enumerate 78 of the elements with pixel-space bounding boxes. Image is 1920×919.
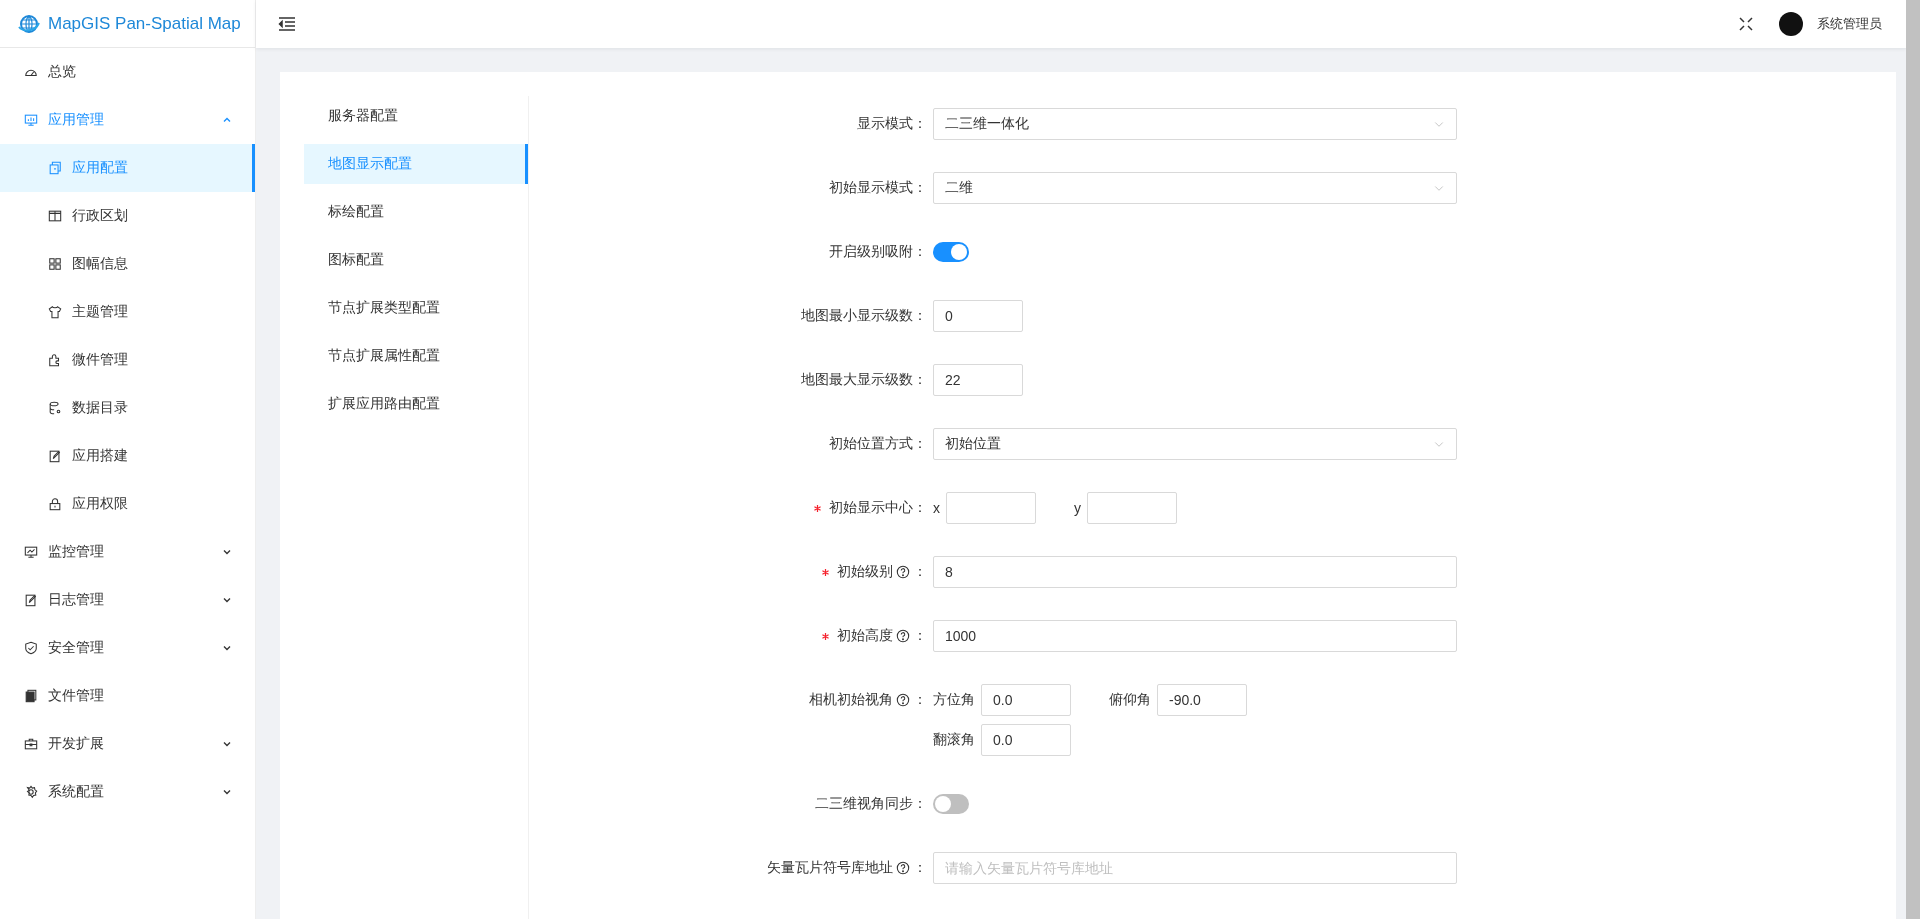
columns-icon bbox=[48, 209, 62, 223]
avatar[interactable] bbox=[1779, 12, 1803, 36]
field-label: 开启级别吸附： bbox=[829, 243, 927, 261]
field-label: 二三维视角同步： bbox=[815, 795, 927, 813]
field-label: 初始显示中心： bbox=[829, 499, 927, 517]
input-field[interactable]: 22 bbox=[933, 364, 1023, 396]
angle-label: 翻滚角 bbox=[933, 731, 975, 749]
monitor-chart-icon bbox=[24, 545, 38, 559]
sidebar-item[interactable]: 监控管理 bbox=[0, 528, 255, 576]
label-colon: ： bbox=[913, 627, 927, 645]
sidebar-item[interactable]: 安全管理 bbox=[0, 624, 255, 672]
sidebar-subitem[interactable]: 数据目录 bbox=[0, 384, 255, 432]
app-title: MapGIS Pan-Spatial Map bbox=[48, 13, 241, 34]
database-icon bbox=[48, 401, 62, 415]
input-field[interactable] bbox=[1087, 492, 1177, 524]
briefcase-icon bbox=[24, 737, 38, 751]
config-nav-item[interactable]: 节点扩展属性配置 bbox=[304, 336, 528, 376]
puzzle-icon bbox=[48, 353, 62, 367]
lock-icon bbox=[48, 497, 62, 511]
field-label: 相机初始视角 bbox=[809, 691, 893, 709]
sidebar-subitem[interactable]: 应用权限 bbox=[0, 480, 255, 528]
input-field[interactable]: 请输入矢量瓦片符号库地址 bbox=[933, 852, 1457, 884]
config-nav-item[interactable]: 图标配置 bbox=[304, 240, 528, 280]
sidebar-item[interactable]: 总览 bbox=[0, 48, 255, 96]
field-label: 初始级别 bbox=[837, 563, 893, 581]
globe-logo-icon bbox=[18, 12, 40, 35]
field-label: 初始高度 bbox=[837, 627, 893, 645]
sidebar-subitem[interactable]: 应用搭建 bbox=[0, 432, 255, 480]
monitor-icon bbox=[24, 113, 38, 127]
angle-label: 方位角 bbox=[933, 691, 975, 709]
grid-icon bbox=[48, 257, 62, 271]
config-nav-item[interactable]: 扩展应用路由配置 bbox=[304, 384, 528, 424]
menu-fold-icon[interactable] bbox=[278, 16, 296, 32]
field-label: 初始显示模式： bbox=[829, 179, 927, 197]
select-field[interactable]: 二维 bbox=[933, 172, 1457, 204]
toggle-switch[interactable] bbox=[933, 242, 969, 262]
field-label: 地图最大显示级数： bbox=[801, 371, 927, 389]
gear-icon bbox=[24, 785, 38, 799]
input-field[interactable]: 1000 bbox=[933, 620, 1457, 652]
config-nav-item[interactable]: 标绘配置 bbox=[304, 192, 528, 232]
config-nav-item[interactable]: 节点扩展类型配置 bbox=[304, 288, 528, 328]
sidebar-item[interactable]: 开发扩展 bbox=[0, 720, 255, 768]
scrollbar[interactable] bbox=[1906, 0, 1920, 919]
input-field[interactable]: 0.0 bbox=[981, 724, 1071, 756]
input-field[interactable]: 0.0 bbox=[981, 684, 1071, 716]
files-icon bbox=[24, 689, 38, 703]
fullscreen-icon[interactable] bbox=[1739, 17, 1753, 31]
edit-icon bbox=[48, 449, 62, 463]
config-nav-item[interactable]: 服务器配置 bbox=[304, 96, 528, 136]
input-field[interactable]: 0 bbox=[933, 300, 1023, 332]
label-colon: ： bbox=[913, 563, 927, 581]
sidebar-item[interactable]: 文件管理 bbox=[0, 672, 255, 720]
field-label: 初始位置方式： bbox=[829, 435, 927, 453]
sidebar-subitem[interactable]: 微件管理 bbox=[0, 336, 255, 384]
select-field[interactable]: 二三维一体化 bbox=[933, 108, 1457, 140]
field-label: 显示模式： bbox=[857, 115, 927, 133]
copy-icon bbox=[48, 161, 62, 175]
sidebar-subitem[interactable]: 主题管理 bbox=[0, 288, 255, 336]
sidebar-subitem[interactable]: 图幅信息 bbox=[0, 240, 255, 288]
input-field[interactable]: 8 bbox=[933, 556, 1457, 588]
sidebar-item[interactable]: 日志管理 bbox=[0, 576, 255, 624]
field-label: 地图最小显示级数： bbox=[801, 307, 927, 325]
user-name[interactable]: 系统管理员 bbox=[1817, 15, 1882, 33]
field-label: 矢量瓦片符号库地址 bbox=[767, 859, 893, 877]
label-colon: ： bbox=[913, 859, 927, 877]
input-field[interactable]: -90.0 bbox=[1157, 684, 1247, 716]
select-field[interactable]: 初始位置 bbox=[933, 428, 1457, 460]
toggle-switch[interactable] bbox=[933, 794, 969, 814]
input-field[interactable] bbox=[946, 492, 1036, 524]
sidebar-item[interactable]: 系统配置 bbox=[0, 768, 255, 816]
coordinate-label: x bbox=[933, 500, 940, 516]
shirt-icon bbox=[48, 305, 62, 319]
coordinate-label: y bbox=[1074, 500, 1081, 516]
edit-icon bbox=[24, 593, 38, 607]
angle-label: 俯仰角 bbox=[1109, 691, 1151, 709]
label-colon: ： bbox=[913, 691, 927, 709]
shield-icon bbox=[24, 641, 38, 655]
sidebar-subitem[interactable]: 行政区划 bbox=[0, 192, 255, 240]
